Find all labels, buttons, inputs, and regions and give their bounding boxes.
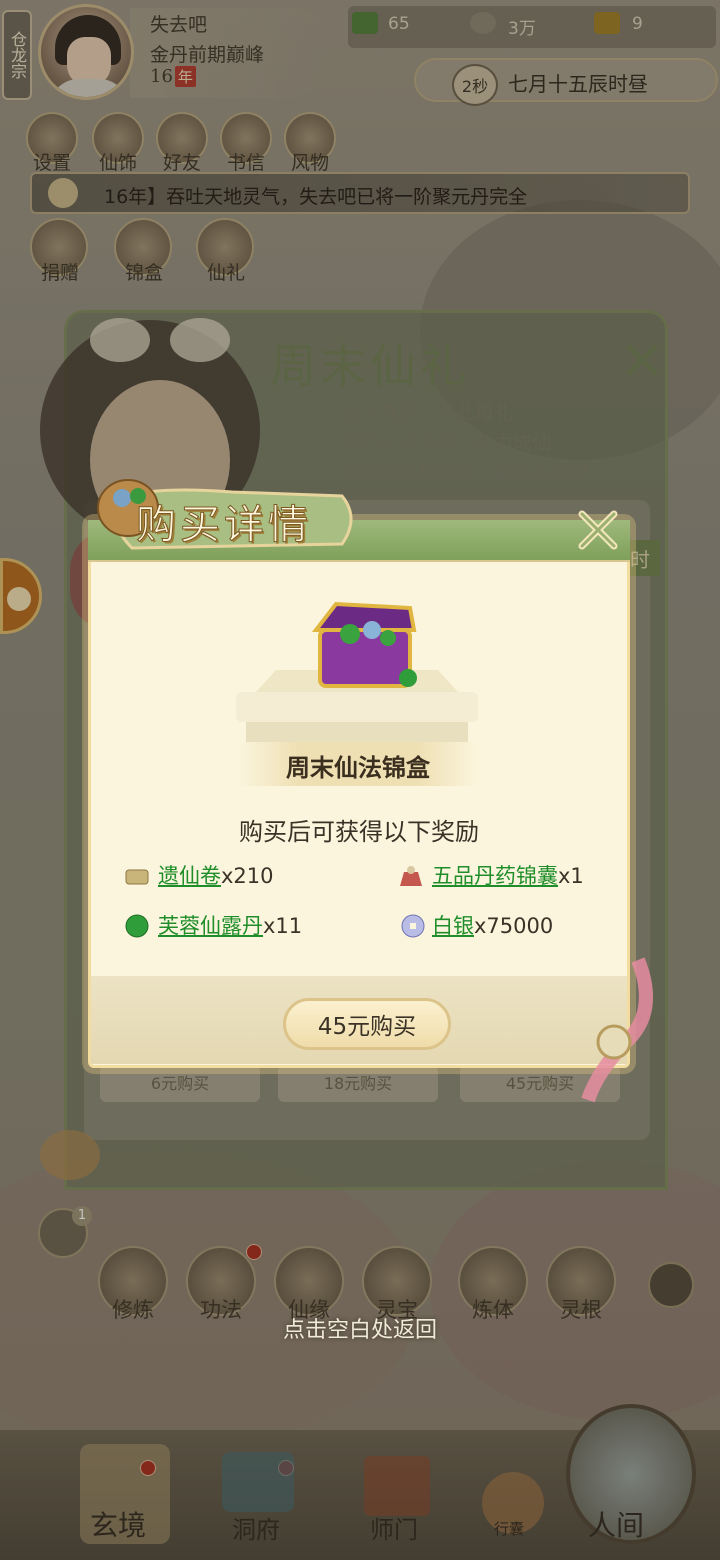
reward-link-1[interactable]: 遗仙卷: [158, 864, 221, 888]
green-pill-icon: [125, 914, 149, 938]
reward-item-1: 遗仙卷x210: [158, 860, 274, 890]
reward-item-2: 五品丹药锦囊x1: [432, 860, 584, 890]
modal-title: 购买详情: [136, 502, 312, 549]
reward-link-3[interactable]: 芙蓉仙露丹: [158, 914, 263, 938]
pouch-icon: [400, 866, 422, 886]
scroll-icon: [125, 869, 149, 885]
ribbon-decoration: [581, 957, 653, 1103]
item-name: 周末仙法锦盒: [286, 753, 430, 782]
reward-item-3: 芙蓉仙露丹x11: [158, 910, 302, 940]
brocade-chest-icon: [311, 601, 417, 688]
silver-coin-icon: [401, 914, 425, 938]
reward-subtitle: 购买后可获得以下奖励: [239, 818, 479, 846]
reward-item-4: 白银x75000: [432, 910, 553, 940]
reward-qty-2: x1: [558, 864, 584, 888]
reward-qty-4: x75000: [474, 914, 554, 938]
reward-link-4[interactable]: 白银: [432, 914, 474, 938]
reward-link-2[interactable]: 五品丹药锦囊: [432, 864, 558, 888]
close-icon[interactable]: [574, 506, 622, 554]
tap-to-return-hint: 点击空白处返回: [282, 1318, 437, 1343]
reward-qty-3: x11: [263, 914, 303, 938]
buy-button[interactable]: 45元购买: [283, 998, 451, 1050]
reward-qty-1: x210: [221, 864, 274, 888]
